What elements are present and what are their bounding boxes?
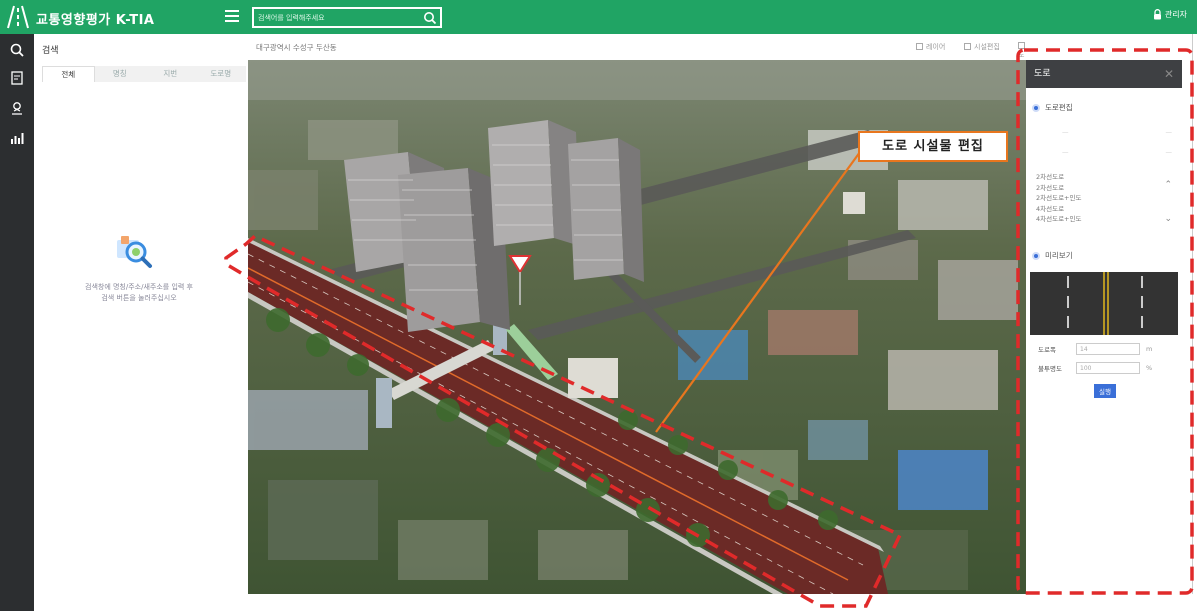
opacity-row: 불투명도 %: [1038, 362, 1152, 374]
tab-lot-number[interactable]: 지번: [145, 66, 196, 82]
user-menu[interactable]: 관리자: [1153, 9, 1187, 20]
preview-option[interactable]: 미리보기: [1032, 250, 1073, 261]
facility-icon: [964, 43, 971, 50]
opacity-label: 불투명도: [1038, 365, 1062, 373]
location-pin-icon[interactable]: [9, 100, 25, 116]
user-label: 관리자: [1164, 10, 1187, 19]
road-panel: 도로 ✕ 도로편집 — — — — 2차선도로 2차선도로 2차선도로+인도 4차선…: [1026, 60, 1182, 594]
road-edit-icon: [1018, 42, 1025, 49]
menu-icon[interactable]: [225, 10, 239, 22]
road-panel-title: 도로: [1034, 69, 1051, 79]
faint-row-1: — —: [1062, 128, 1172, 136]
search-nav-icon[interactable]: [9, 42, 25, 58]
facility-edit-tool[interactable]: 시설편집: [964, 42, 1000, 52]
statistics-chart-icon[interactable]: [9, 130, 25, 146]
search-tabs: 전체 명칭 지번 도로명: [42, 66, 246, 82]
left-nav-bar: [0, 34, 34, 611]
window-edge: [1192, 34, 1197, 611]
search-input[interactable]: [258, 11, 418, 25]
empty-search-message: 검색창에 명칭/주소/새주소를 입력 후 검색 버튼을 눌러주십시오: [85, 283, 193, 302]
lock-icon: [1153, 9, 1161, 20]
chevron-down-icon[interactable]: ⌄: [1164, 214, 1172, 224]
search-panel: 검색 전체 명칭 지번 도로명 검색창에 명칭/주소/새주소를 입력 후 검색 …: [34, 34, 248, 594]
road-edit-callout: 도로 시설물 편집: [858, 131, 1008, 162]
road-logo-icon: [7, 5, 29, 29]
layer-tool[interactable]: 레이어: [916, 42, 945, 52]
layer-icon: [916, 43, 923, 50]
road-panel-header: 도로 ✕: [1026, 60, 1182, 88]
current-location: 대구광역시 수성구 두산동: [256, 43, 337, 52]
tab-road-name[interactable]: 도로명: [196, 66, 247, 82]
magnifier-illustration-icon: [117, 236, 152, 268]
road-type-item[interactable]: 4차선도로+인도: [1036, 214, 1156, 225]
radio-selected-icon: [1032, 103, 1040, 112]
road-width-row: 도로폭 m: [1038, 343, 1152, 355]
opacity-unit: %: [1146, 364, 1153, 372]
road-preview-image: [1030, 272, 1178, 335]
top-bar: 교통영향평가 K-TIA 관리자: [0, 0, 1197, 34]
search-bar: [252, 7, 442, 28]
panel-title: 검색: [42, 46, 59, 56]
app-title: 교통영향평가 K-TIA: [36, 13, 155, 28]
road-width-label: 도로폭: [1038, 346, 1056, 354]
tab-all[interactable]: 전체: [42, 66, 95, 82]
road-width-input[interactable]: [1076, 343, 1140, 355]
road-type-item[interactable]: 4차선도로: [1036, 204, 1156, 215]
road-type-item[interactable]: 2차선도로: [1036, 172, 1156, 183]
road-width-unit: m: [1146, 345, 1153, 353]
road-type-item[interactable]: 2차선도로+인도: [1036, 193, 1156, 204]
document-edit-icon[interactable]: [9, 70, 25, 86]
radio-selected-icon: [1032, 251, 1040, 260]
tab-name[interactable]: 명칭: [95, 66, 146, 82]
window-bottom-edge: [34, 594, 1197, 611]
opacity-input[interactable]: [1076, 362, 1140, 374]
close-icon[interactable]: ✕: [1164, 60, 1174, 88]
search-icon[interactable]: [423, 11, 437, 25]
chevron-up-icon[interactable]: ⌃: [1164, 180, 1172, 190]
road-edit-option[interactable]: 도로편집: [1032, 102, 1073, 113]
road-type-list: 2차선도로 2차선도로 2차선도로+인도 4차선도로 4차선도로+인도: [1036, 172, 1156, 225]
map-header: 대구광역시 수성구 두산동 레이어 시설편집 도로편집: [248, 34, 1028, 89]
faint-row-2: — —: [1062, 148, 1172, 156]
road-type-item[interactable]: 2차선도로: [1036, 183, 1156, 194]
apply-button[interactable]: 실행: [1094, 384, 1116, 398]
